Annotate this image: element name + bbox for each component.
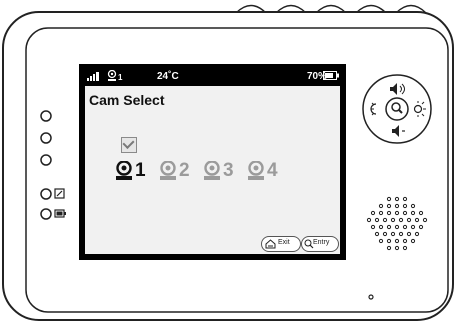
camera-status-icon xyxy=(107,70,117,81)
menu-title: Cam Select xyxy=(89,92,165,108)
zoom-center-button[interactable] xyxy=(385,97,409,121)
lcd-screen: 1 24˚C 70% Cam Select 1 2 3 4 Exit Entry xyxy=(79,64,346,260)
camera-number: 3 xyxy=(223,160,234,181)
cam-select-menu: Cam Select 1 2 3 4 Exit Entry xyxy=(85,86,340,254)
entry-hint-button[interactable]: Entry xyxy=(301,236,339,252)
camera-number: 1 xyxy=(135,160,146,181)
camera-active-checkbox[interactable] xyxy=(121,137,137,153)
camera-number: 2 xyxy=(179,160,190,181)
home-icon xyxy=(265,239,276,249)
battery-level-icon xyxy=(323,71,339,80)
signal-icon xyxy=(87,72,99,81)
entry-label: Entry xyxy=(313,239,330,246)
monitor-device: 1 24˚C 70% Cam Select 1 2 3 4 Exit Entry xyxy=(0,0,456,323)
camera-icon xyxy=(204,161,220,180)
camera-number: 4 xyxy=(267,160,278,181)
channel-number: 1 xyxy=(118,73,123,82)
exit-label: Exit xyxy=(278,239,290,246)
exit-hint-button[interactable]: Exit xyxy=(261,236,301,252)
status-bar: 1 24˚C 70% xyxy=(85,68,340,84)
camera-icon xyxy=(116,161,132,180)
control-pad xyxy=(362,74,432,144)
temperature-readout: 24˚C xyxy=(157,71,179,82)
camera-icon xyxy=(160,161,176,180)
camera-icon xyxy=(248,161,264,180)
